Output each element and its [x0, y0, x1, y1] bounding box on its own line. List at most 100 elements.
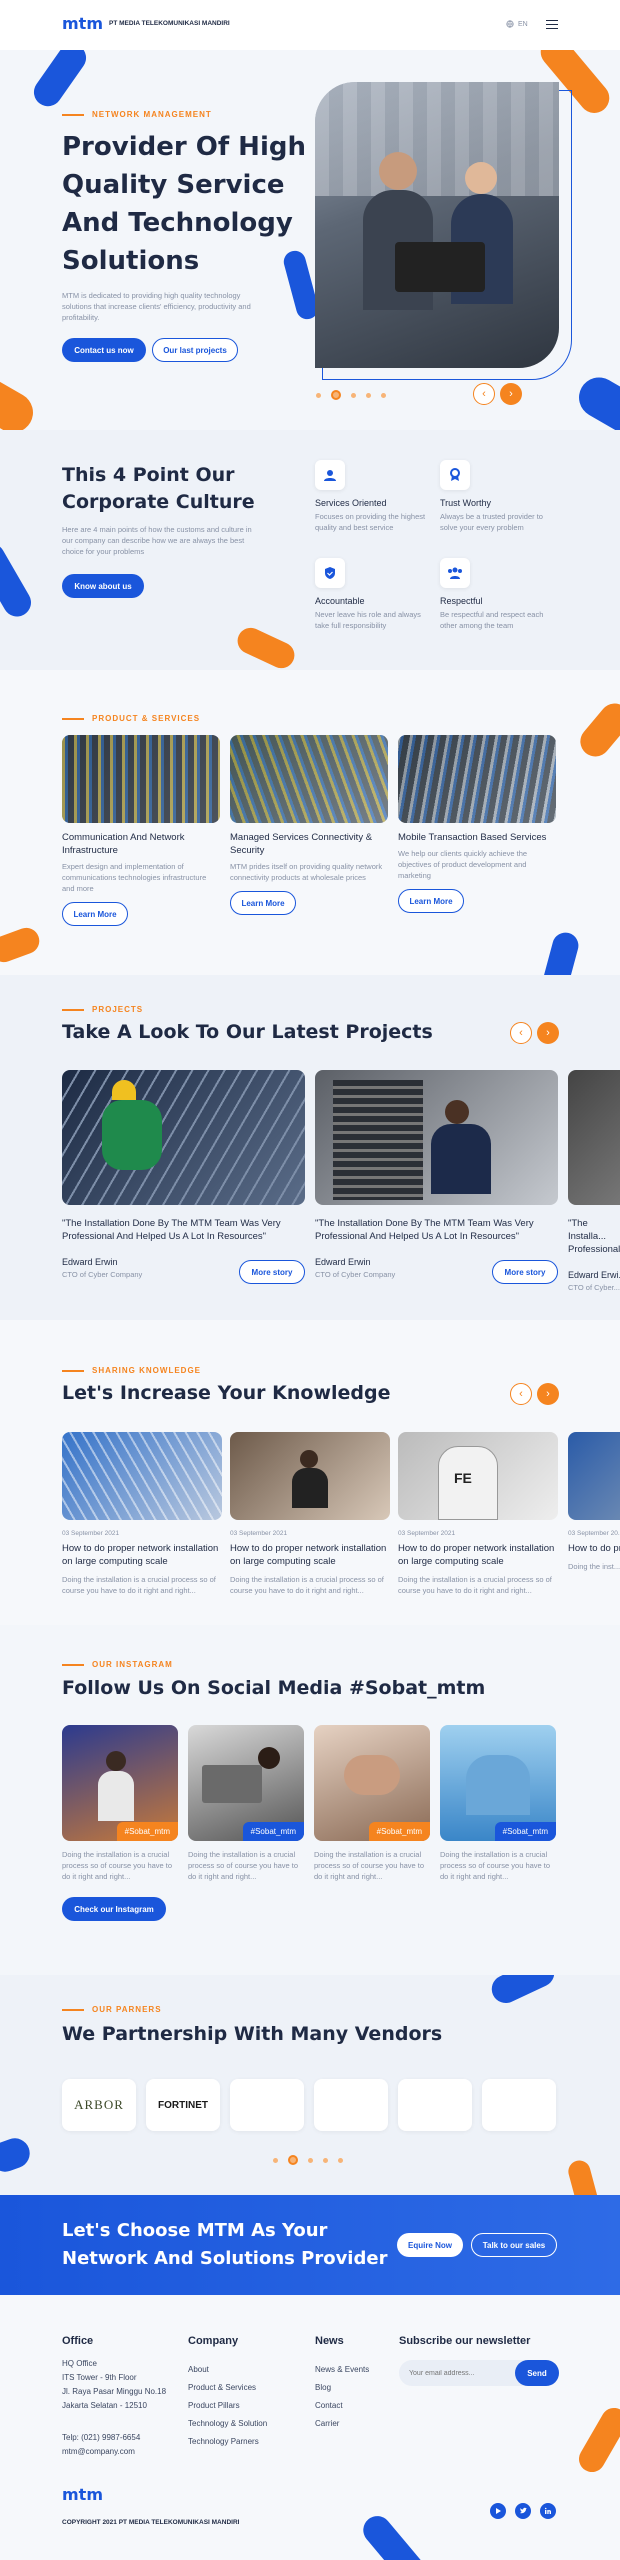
- partners-pagination[interactable]: [273, 2155, 343, 2165]
- projects-button[interactable]: Our last projects: [152, 338, 238, 362]
- products-section: PRODUCT & SERVICES Communication And Net…: [0, 670, 620, 975]
- decor-blob: [571, 370, 620, 430]
- vendor-name: ARBOR: [74, 2097, 124, 2112]
- instagram-eyebrow: OUR INSTAGRAM: [62, 1660, 173, 1669]
- culture-item-title: Accountable: [315, 596, 365, 606]
- article-title: How to do pr... on large com...: [568, 1543, 620, 1554]
- footer-logo[interactable]: mtm: [62, 2485, 103, 2504]
- culture-section: This 4 Point Our Corporate Culture Here …: [0, 430, 620, 670]
- instagram-caption: Doing the installation is a crucial proc…: [314, 1850, 425, 1881]
- footer-link[interactable]: Technology Parners: [188, 2437, 259, 2446]
- footer-link[interactable]: Contact: [315, 2401, 343, 2410]
- shield-icon: [315, 558, 345, 588]
- instagram-image: #Sobat_mtm: [188, 1725, 304, 1841]
- hero-eyebrow: NETWORK MANAGEMENT: [62, 110, 212, 119]
- footer: Office HQ Office ITS Tower - 9th Floor J…: [0, 2295, 620, 2560]
- projects-next-arrow[interactable]: ›: [537, 1022, 559, 1044]
- office-email[interactable]: mtm@company.com: [62, 2447, 135, 2456]
- footer-link[interactable]: Product & Services: [188, 2383, 256, 2392]
- know-about-us-button[interactable]: Know about us: [62, 574, 144, 598]
- footer-link[interactable]: Product Pillars: [188, 2401, 240, 2410]
- culture-item-title: Respectful: [440, 596, 483, 606]
- product-image: [62, 735, 220, 823]
- newsletter-email-input[interactable]: [409, 2366, 509, 2380]
- projects-eyebrow: PROJECTS: [62, 1005, 143, 1014]
- footer-link[interactable]: About: [188, 2365, 209, 2374]
- pagination-dot-active[interactable]: [331, 390, 341, 400]
- hero-prev-arrow[interactable]: ‹: [473, 383, 495, 405]
- project-role: CTO of Cyber...: [568, 1283, 620, 1292]
- award-icon: [440, 460, 470, 490]
- pagination-dot-active[interactable]: [288, 2155, 298, 2165]
- contact-button[interactable]: Contact us now: [62, 338, 146, 362]
- product-title: Mobile Transaction Based Services: [398, 832, 547, 843]
- pagination-dot[interactable]: [273, 2157, 278, 2163]
- twitter-icon[interactable]: [515, 2503, 531, 2519]
- pagination-dot[interactable]: [381, 392, 386, 398]
- check-instagram-button[interactable]: Check our Instagram: [62, 1897, 166, 1921]
- instagram-post[interactable]: #Sobat_mtm Doing the installation is a c…: [314, 1725, 430, 1882]
- vendor-logo[interactable]: [314, 2079, 388, 2131]
- newsletter-send-button[interactable]: Send: [515, 2360, 559, 2386]
- vendor-logo[interactable]: [398, 2079, 472, 2131]
- product-card: Mobile Transaction Based Services We hel…: [398, 735, 556, 913]
- instagram-post[interactable]: #Sobat_mtm Doing the installation is a c…: [440, 1725, 556, 1882]
- instagram-image: #Sobat_mtm: [314, 1725, 430, 1841]
- hamburger-icon[interactable]: [546, 20, 558, 29]
- instagram-post[interactable]: #Sobat_mtm Doing the installation is a c…: [62, 1725, 178, 1882]
- projects-title: Take A Look To Our Latest Projects: [62, 1021, 433, 1043]
- pagination-dot[interactable]: [316, 392, 321, 398]
- hero-pagination[interactable]: [316, 390, 386, 400]
- logo[interactable]: mtm PT MEDIA TELEKOMUNIKASI MANDIRI: [62, 14, 230, 33]
- knowledge-next-arrow[interactable]: ›: [537, 1383, 559, 1405]
- enquire-button[interactable]: Equire Now: [397, 2233, 463, 2257]
- office-phone: Telp: (021) 9987-6654: [62, 2433, 141, 2442]
- team-icon: [440, 558, 470, 588]
- vendor-logo[interactable]: [482, 2079, 556, 2131]
- footer-link[interactable]: Technology & Solution: [188, 2419, 267, 2428]
- article-text: Doing the installation is a crucial proc…: [398, 1575, 552, 1595]
- footer-link[interactable]: Blog: [315, 2383, 331, 2392]
- more-story-button[interactable]: More story: [492, 1260, 558, 1284]
- footer-company-heading: Company: [188, 2335, 239, 2347]
- knowledge-prev-arrow[interactable]: ‹: [510, 1383, 532, 1405]
- pagination-dot[interactable]: [323, 2157, 328, 2163]
- more-story-button[interactable]: More story: [239, 1260, 305, 1284]
- vendor-logo[interactable]: ARBOR: [62, 2079, 136, 2131]
- product-card: Communication And Network Infrastructure…: [62, 735, 220, 926]
- pagination-dot[interactable]: [366, 392, 371, 398]
- learn-more-button[interactable]: Learn More: [62, 902, 128, 926]
- learn-more-button[interactable]: Learn More: [398, 889, 464, 913]
- language-switch[interactable]: EN: [506, 20, 528, 28]
- projects-section: PROJECTS Take A Look To Our Latest Proje…: [0, 975, 620, 1320]
- instagram-post[interactable]: #Sobat_mtm Doing the installation is a c…: [188, 1725, 304, 1882]
- vendor-logo[interactable]: FORTINET: [146, 2079, 220, 2131]
- hero-next-arrow[interactable]: ›: [500, 383, 522, 405]
- page: mtm PT MEDIA TELEKOMUNIKASI MANDIRI EN N…: [0, 0, 620, 2560]
- hero-title: Provider Of High Quality Service And Tec…: [62, 128, 306, 280]
- talk-to-sales-button[interactable]: Talk to our sales: [471, 2233, 557, 2257]
- globe-icon: [506, 20, 514, 28]
- culture-item-text: Be respectful and respect each other amo…: [440, 610, 544, 630]
- youtube-icon[interactable]: [490, 2503, 506, 2519]
- footer-link[interactable]: News & Events: [315, 2365, 369, 2374]
- footer-link[interactable]: Carrier: [315, 2419, 339, 2428]
- footer-office-heading: Office: [62, 2335, 94, 2347]
- article-image: [230, 1432, 390, 1520]
- pagination-dot[interactable]: [351, 392, 356, 398]
- vendor-logo[interactable]: [230, 2079, 304, 2131]
- projects-prev-arrow[interactable]: ‹: [510, 1022, 532, 1044]
- learn-more-button[interactable]: Learn More: [230, 891, 296, 915]
- decor-blob: [28, 50, 92, 112]
- vendor-name: FORTINET: [158, 2099, 208, 2111]
- header: mtm PT MEDIA TELEKOMUNIKASI MANDIRI EN: [0, 0, 620, 50]
- linkedin-icon[interactable]: [540, 2503, 556, 2519]
- article-image: FE: [398, 1432, 558, 1520]
- article-image: [568, 1432, 620, 1520]
- project-quote: "The Installa... Professional...: [568, 1218, 620, 1255]
- pagination-dot[interactable]: [338, 2157, 343, 2163]
- office-line: HQ Office: [62, 2359, 97, 2368]
- pagination-dot[interactable]: [308, 2157, 313, 2163]
- copyright: COPYRIGHT 2021 PT MEDIA TELEKOMUNIKASI M…: [62, 2519, 240, 2526]
- article-date: 03 September 20...: [568, 1530, 620, 1537]
